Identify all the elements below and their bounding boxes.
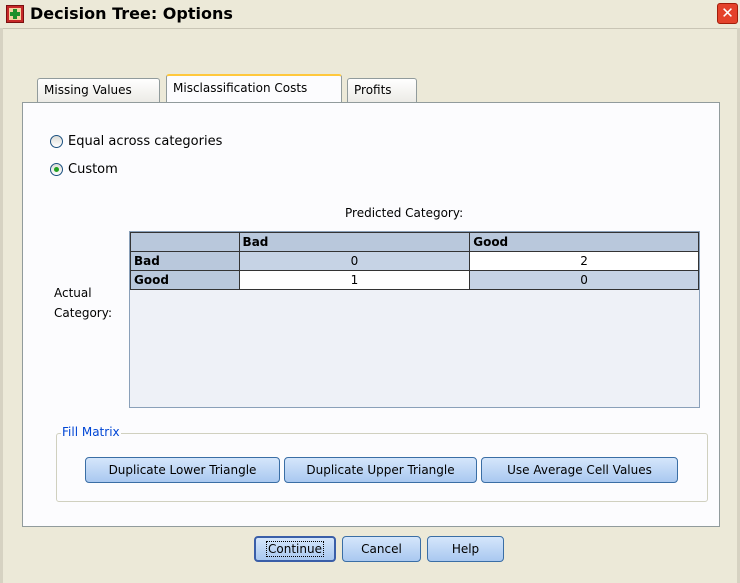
fill-matrix-legend: Fill Matrix (61, 425, 121, 439)
radio-button-checked-icon (50, 162, 63, 176)
row-header-good: Good (130, 270, 240, 290)
cost-matrix-grid: Bad Good Bad 0 2 Good 1 0 (129, 231, 700, 408)
use-average-cell-values-button[interactable]: Use Average Cell Values (481, 457, 678, 483)
tab-misclassification-costs[interactable]: Misclassification Costs (166, 74, 342, 102)
close-icon: ✕ (721, 4, 734, 22)
predicted-category-label: Predicted Category: (345, 206, 464, 220)
cost-matrix-table: Bad Good Bad 0 2 Good 1 0 (130, 232, 699, 290)
tab-label: Missing Values (44, 83, 132, 97)
cost-cell-good-bad[interactable]: 1 (238, 270, 471, 290)
actual-label-line1: Actual (54, 286, 92, 300)
continue-button-label: Continue (266, 541, 324, 557)
duplicate-upper-triangle-button[interactable]: Duplicate Upper Triangle (284, 457, 477, 483)
column-header-good: Good (469, 232, 699, 252)
continue-button[interactable]: Continue (254, 536, 336, 562)
tab-profits[interactable]: Profits (347, 78, 417, 102)
cancel-button[interactable]: Cancel (342, 536, 421, 562)
decision-tree-app-icon (6, 5, 24, 23)
radio-equal-across-categories[interactable]: Equal across categories (50, 132, 222, 150)
matrix-corner-cell (130, 232, 240, 252)
tab-label: Misclassification Costs (173, 81, 308, 95)
actual-label-line2: Category: (54, 306, 112, 320)
cost-cell-good-good[interactable]: 0 (469, 270, 699, 290)
row-header-bad: Bad (130, 251, 240, 271)
window-frame-left (0, 28, 3, 583)
title-bar: Decision Tree: Options ✕ (0, 0, 740, 29)
column-header-bad: Bad (238, 232, 471, 252)
matrix-header-row: Bad Good (130, 232, 699, 252)
tab-missing-values[interactable]: Missing Values (37, 78, 160, 102)
close-button[interactable]: ✕ (717, 3, 738, 24)
window-title: Decision Tree: Options (30, 4, 233, 23)
radio-button-icon (50, 134, 63, 148)
help-button[interactable]: Help (427, 536, 504, 562)
cost-cell-bad-bad[interactable]: 0 (238, 251, 471, 271)
actual-category-label: Actual Category: (54, 283, 112, 323)
radio-label: Equal across categories (68, 133, 223, 149)
matrix-row-bad: Bad 0 2 (130, 251, 699, 271)
radio-custom[interactable]: Custom (50, 160, 118, 178)
cost-cell-bad-good[interactable]: 2 (469, 251, 699, 271)
tab-label: Profits (354, 83, 392, 97)
duplicate-lower-triangle-button[interactable]: Duplicate Lower Triangle (85, 457, 280, 483)
matrix-row-good: Good 1 0 (130, 270, 699, 290)
radio-label: Custom (68, 161, 118, 177)
